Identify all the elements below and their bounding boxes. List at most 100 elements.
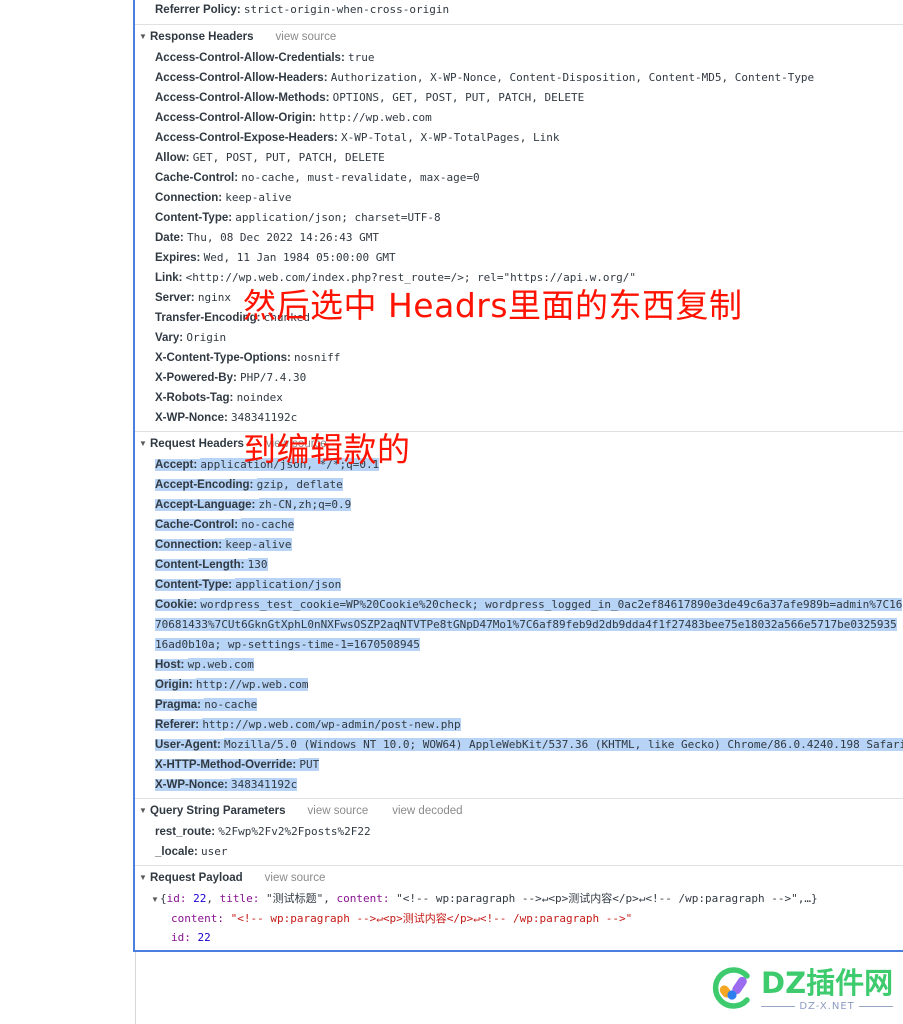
header-name: Referer: xyxy=(155,719,203,731)
header-name: Server: xyxy=(155,292,198,304)
header-value: PHP/7.4.30 xyxy=(240,371,307,384)
payload-summary-row[interactable]: ▼{id: 22, title: "测试标题", content: "<!-- … xyxy=(133,889,903,909)
header-row: User-Agent: Mozilla/5.0 (Windows NT 10.0… xyxy=(133,735,903,755)
header-name: X-Robots-Tag: xyxy=(155,392,237,404)
header-name: Content-Type: xyxy=(155,212,236,224)
header-name: X-WP-Nonce: xyxy=(155,412,232,424)
header-value: Authorization, X-WP-Nonce, Content-Dispo… xyxy=(330,71,815,84)
header-name: Access-Control-Allow-Origin: xyxy=(155,112,320,124)
header-value: nginx xyxy=(197,291,231,304)
payload-token: "<!-- wp:paragraph -->↵<p>测试内容</p>↵<!-- … xyxy=(396,892,798,905)
query-param-value: %2Fwp%2Fv2%2Fposts%2F22 xyxy=(218,825,371,838)
watermark-text: DZ插件网 DZ-X.NET xyxy=(761,968,894,1012)
chevron-down-icon[interactable]: ▼ xyxy=(139,806,148,815)
response-headers-header[interactable]: ▼ Response Headers view source xyxy=(133,25,903,48)
referrer-policy-rows: Referrer Policy: strict-origin-when-cros… xyxy=(133,0,903,24)
payload-child-row: id: 22 xyxy=(133,928,903,947)
header-name: Date: xyxy=(155,232,187,244)
payload-token: id: xyxy=(166,892,194,905)
query-string-parameters-header[interactable]: ▼ Query String Parameters view source vi… xyxy=(133,799,903,822)
request-payload-section: ▼ Request Payload view source ▼{id: 22, … xyxy=(133,865,903,952)
header-value: nosniff xyxy=(294,351,341,364)
chevron-down-icon[interactable]: ▼ xyxy=(139,439,148,448)
header-name: Accept: xyxy=(155,459,201,471)
query-string-parameters-section: ▼ Query String Parameters view source vi… xyxy=(133,798,903,865)
header-value: http://wp.web.com xyxy=(195,678,309,691)
request-payload-header[interactable]: ▼ Request Payload view source xyxy=(133,866,903,889)
header-name: User-Agent: xyxy=(155,739,225,751)
payload-token: title: xyxy=(219,892,266,905)
query-param-value: user xyxy=(201,845,228,858)
header-name: Cookie: xyxy=(155,599,201,611)
watermark-subtitle: DZ-X.NET xyxy=(799,1001,855,1012)
header-row: Pragma: no-cache xyxy=(133,695,903,715)
header-value: 130 xyxy=(247,558,268,571)
watermark: DZ插件网 DZ-X.NET xyxy=(707,962,897,1018)
header-name: Connection: xyxy=(155,539,226,551)
header-value: true xyxy=(347,51,375,64)
header-name: X-HTTP-Method-Override: xyxy=(155,759,300,771)
query-param-name: rest_route: xyxy=(155,826,219,838)
view-source-link[interactable]: view source xyxy=(308,805,369,817)
header-value: chunked xyxy=(263,311,310,324)
header-name: Content-Length: xyxy=(155,559,248,571)
payload-token: , xyxy=(323,892,337,905)
header-row: Accept: application/json, */*;q=0.1 xyxy=(133,455,903,475)
header-row: Cookie: wordpress_test_cookie=WP%20Cooki… xyxy=(133,595,903,655)
view-decoded-link[interactable]: view decoded xyxy=(392,805,462,817)
header-value: Mozilla/5.0 (Windows NT 10.0; WOW64) App… xyxy=(224,738,903,751)
header-name: Access-Control-Expose-Headers: xyxy=(155,132,341,144)
view-source-link[interactable]: view source xyxy=(265,872,326,884)
selection-rail-left xyxy=(133,0,135,952)
header-row: Accept-Encoding: gzip, deflate xyxy=(133,475,903,495)
header-name: X-Content-Type-Options: xyxy=(155,352,295,364)
header-value: Wed, 11 Jan 1984 05:00:00 GMT xyxy=(203,251,396,264)
payload-token: "测试标题" xyxy=(265,892,324,905)
header-value: wp.web.com xyxy=(187,658,254,671)
header-name: Accept-Encoding: xyxy=(155,479,257,491)
header-name: Link: xyxy=(155,272,186,284)
header-row: Access-Control-Allow-Origin: http://wp.w… xyxy=(133,108,903,128)
query-string-rows: rest_route: %2Fwp%2Fv2%2Fposts%2F22 _loca… xyxy=(133,822,903,865)
header-value: 348341192c xyxy=(231,778,298,791)
request-headers-header[interactable]: ▼ Request Headers view source xyxy=(133,432,903,455)
header-value: <http://wp.web.com/index.php?rest_route=… xyxy=(185,271,637,284)
view-source-link[interactable]: view source xyxy=(276,31,337,43)
header-name: Referrer Policy: xyxy=(155,4,241,16)
header-value: no-cache xyxy=(204,698,258,711)
header-value: OPTIONS, GET, POST, PUT, PATCH, DELETE xyxy=(332,91,585,104)
devtools-headers-panel: Referrer Policy: strict-origin-when-cros… xyxy=(133,0,903,952)
header-row: Expires: Wed, 11 Jan 1984 05:00:00 GMT xyxy=(133,248,903,268)
watermark-subtitle-row: DZ-X.NET xyxy=(761,1001,894,1012)
header-name: Connection: xyxy=(155,192,226,204)
chevron-down-icon[interactable]: ▼ xyxy=(151,890,160,909)
header-value: http://wp.web.com xyxy=(319,111,432,124)
header-row: Referrer Policy: strict-origin-when-cros… xyxy=(133,0,903,20)
chevron-down-icon[interactable]: ▼ xyxy=(139,32,148,41)
query-param-row: rest_route: %2Fwp%2Fv2%2Fposts%2F22 xyxy=(133,822,903,842)
chevron-down-icon[interactable]: ▼ xyxy=(139,873,148,882)
header-name: Content-Type: xyxy=(155,579,236,591)
view-source-link[interactable]: view source xyxy=(266,438,327,450)
header-row: X-WP-Nonce: 348341192c xyxy=(133,775,903,795)
header-row: Transfer-Encoding: chunked xyxy=(133,308,903,328)
divider-left xyxy=(761,1006,796,1007)
header-row: Referer: http://wp.web.com/wp-admin/post… xyxy=(133,715,903,735)
header-row: Cache-Control: no-cache, must-revalidate… xyxy=(133,168,903,188)
header-name: Access-Control-Allow-Headers: xyxy=(155,72,331,84)
header-row: Content-Type: application/json; charset=… xyxy=(133,208,903,228)
header-row: Accept-Language: zh-CN,zh;q=0.9 xyxy=(133,495,903,515)
header-value: strict-origin-when-cross-origin xyxy=(243,3,450,16)
header-value: no-cache, must-revalidate, max-age=0 xyxy=(241,171,480,184)
header-row: Connection: keep-alive xyxy=(133,535,903,555)
section-title: Request Payload xyxy=(150,871,243,884)
payload-token: content: xyxy=(336,892,397,905)
request-headers-rows: Accept: application/json, */*;q=0.1 Accep… xyxy=(133,455,903,798)
payload-child-row: content: "<!-- wp:paragraph -->↵<p>测试内容<… xyxy=(133,909,903,928)
header-value: http://wp.web.com/wp-admin/post-new.php xyxy=(202,718,461,731)
header-name: Access-Control-Allow-Methods: xyxy=(155,92,333,104)
header-row: Server: nginx xyxy=(133,288,903,308)
header-value: noindex xyxy=(236,391,283,404)
payload-token: ,…} xyxy=(797,892,818,905)
header-row: X-WP-Nonce: 348341192c xyxy=(133,408,903,428)
